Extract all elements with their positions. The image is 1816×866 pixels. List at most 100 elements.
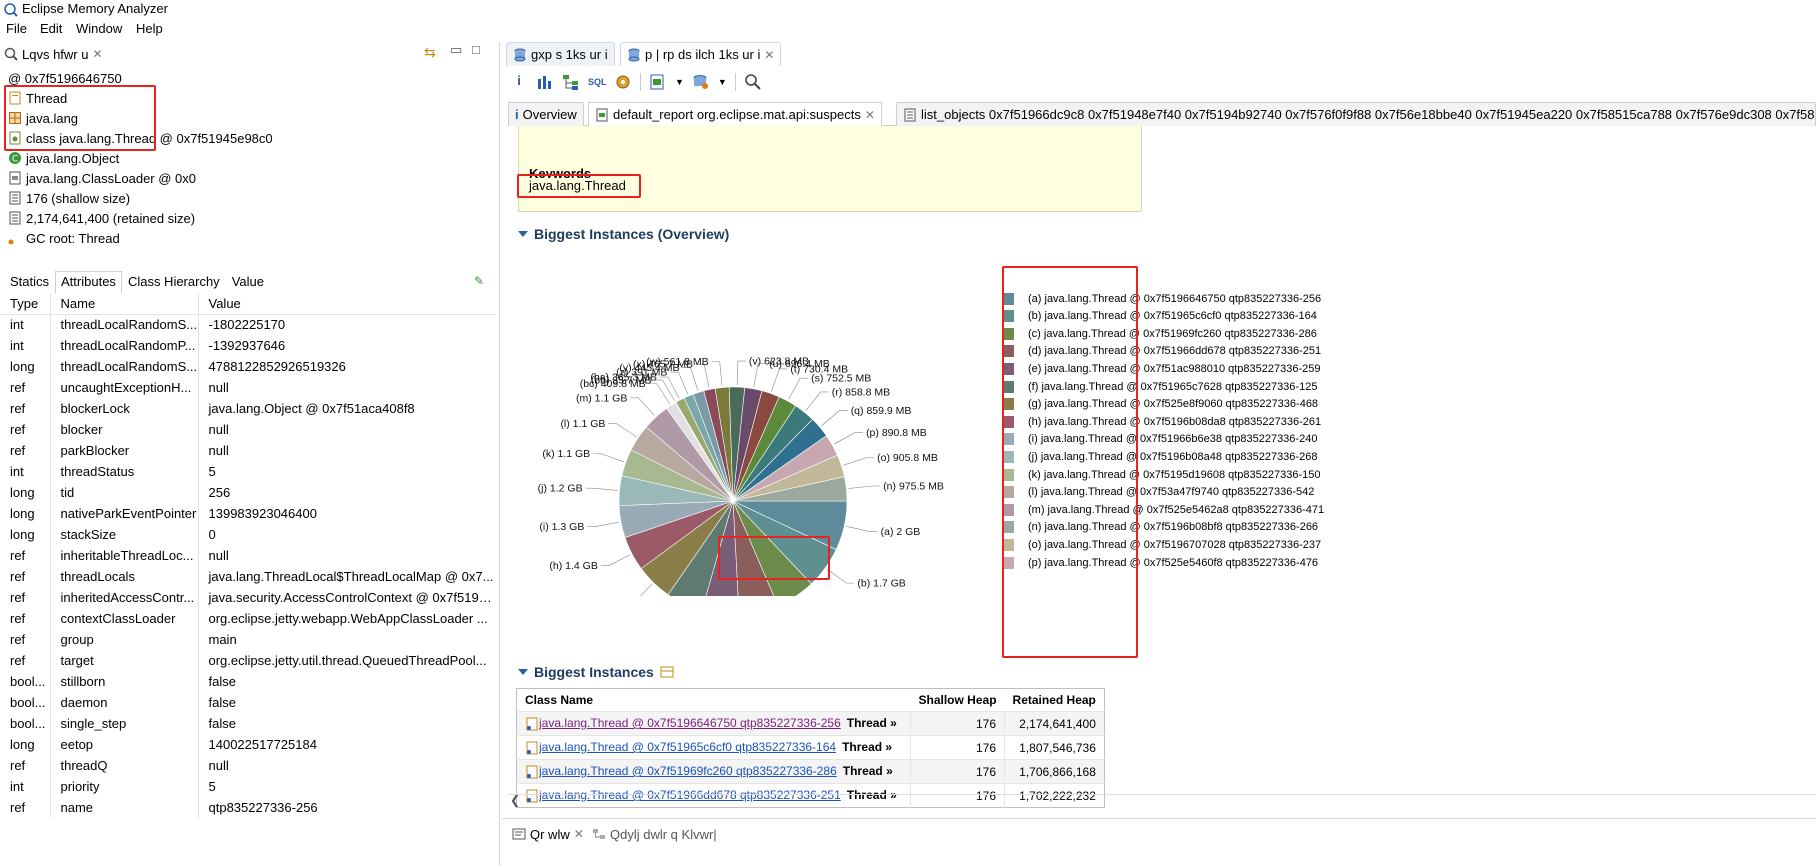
attributes-table: Type Name Value int threadLocalRandomS...… (0, 293, 496, 818)
pie-leader-line (608, 423, 637, 438)
table-row[interactable]: ref contextClassLoader org.eclipse.jetty.w… (0, 608, 496, 629)
object-link[interactable]: java.lang.Thread @ 0x7f51969fc260 qtp835… (539, 764, 837, 778)
table-row[interactable]: ref name qtp835227336-256 (0, 797, 496, 818)
attr-type: ref (0, 587, 51, 608)
pie-label: (b) 1.7 GB (857, 578, 905, 590)
attr-name: uncaughtExceptionH... (50, 377, 199, 398)
pie-label: (j) 1.2 GB (538, 483, 583, 495)
table-row[interactable]: bool... single_step false (0, 713, 496, 734)
table-row[interactable]: ref blockerLock java.lang.Object @ 0x7f51a… (0, 398, 496, 419)
chevron-down-icon[interactable]: ▼ (675, 77, 684, 87)
menu-help[interactable]: Help (136, 21, 163, 36)
shallow-heap-cell: 176 (909, 735, 1005, 760)
editor-tab-1[interactable]: gxp s 1ks ur i (506, 42, 615, 66)
reports-icon[interactable] (649, 73, 667, 91)
oql-icon[interactable]: SQL (588, 73, 607, 91)
info-icon[interactable]: i (510, 73, 528, 91)
tree-row-classloader[interactable]: java.lang.ClassLoader @ 0x0 (8, 168, 196, 188)
table-row[interactable]: int threadLocalRandomP... -1392937646 (0, 335, 496, 356)
attr-name: daemon (50, 692, 199, 713)
attr-value: org.eclipse.jetty.util.thread.QueuedThre… (208, 653, 487, 668)
table-row[interactable]: ref blocker null (0, 419, 496, 440)
table-row[interactable]: ref target org.eclipse.jetty.util.thread.Q… (0, 650, 496, 671)
tab-statics[interactable]: Statics (4, 271, 55, 293)
table-row[interactable]: long eetop 140022517725184 (0, 734, 496, 755)
pie-leader-line (788, 377, 809, 400)
threads-icon[interactable] (614, 73, 632, 91)
editor-tab-2[interactable]: p | rp ds ilch 1ks ur i ✕ (620, 42, 782, 66)
editor-area: gxp s 1ks ur i p | rp ds ilch 1ks ur i ✕… (502, 42, 1816, 812)
menu-window[interactable]: Window (76, 21, 122, 36)
menu-edit[interactable]: Edit (40, 21, 62, 36)
menu-file[interactable]: File (6, 21, 27, 36)
table-row[interactable]: ref inheritedAccessContr... java.security.… (0, 587, 496, 608)
attr-name: inheritedAccessContr... (50, 587, 199, 608)
attr-value: null (208, 443, 229, 458)
tab-class-hierarchy[interactable]: Class Hierarchy (122, 271, 226, 293)
table-row[interactable]: ref threadQ null (0, 755, 496, 776)
table-row[interactable]: ref threadLocals java.lang.ThreadLocal$Thr… (0, 566, 496, 587)
table-view-icon[interactable] (660, 665, 674, 679)
attr-value: 140022517725184 (208, 737, 317, 752)
table-row[interactable]: long nativeParkEventPointer 13998392304640… (0, 503, 496, 524)
column-header-class-name[interactable]: Class Name (517, 689, 911, 712)
column-header-value[interactable]: Value (198, 293, 496, 315)
tab-navigation-history[interactable]: Qdylj dwlr q Klvwr| (586, 823, 723, 845)
table-row[interactable]: long tid 256 (0, 482, 496, 503)
close-icon[interactable]: ✕ (764, 48, 774, 62)
column-header-name[interactable]: Name (50, 293, 199, 315)
table-row[interactable]: ref parkBlocker null (0, 440, 496, 461)
column-header-shallow-heap[interactable]: Shallow Heap (911, 689, 1005, 712)
minimize-icon[interactable]: ▭ (450, 42, 462, 58)
close-icon[interactable]: ✕ (92, 47, 102, 61)
close-icon[interactable]: ✕ (865, 108, 875, 122)
table-row[interactable]: ref group main (0, 629, 496, 650)
table-row[interactable]: long threadLocalRandomS... 478812285292651… (0, 356, 496, 377)
dominator-tree-icon[interactable] (562, 73, 580, 91)
maximize-icon[interactable]: □ (472, 42, 480, 57)
table-row[interactable]: ref inheritableThreadLoc... null (0, 545, 496, 566)
attr-type: ref (0, 398, 51, 419)
histogram-icon[interactable] (536, 73, 554, 91)
inspector-subtabs: Statics Attributes Class Hierarchy Value (4, 271, 270, 293)
sync-icon[interactable]: ⇆ (424, 44, 436, 61)
table-row[interactable]: int threadLocalRandomS... -1802225170 (0, 314, 496, 335)
inspector-tab[interactable]: Lqvs hfwr u ✕ (4, 44, 103, 64)
table-row[interactable]: bool... daemon false (0, 692, 496, 713)
tab-attributes[interactable]: Attributes (55, 271, 122, 293)
object-link[interactable]: java.lang.Thread @ 0x7f51965c6cf0 qtp835… (539, 740, 836, 754)
query-browser-icon[interactable] (692, 73, 710, 91)
table-row[interactable]: java.lang.Thread @ 0x7f51969fc260 qtp835… (516, 759, 1105, 784)
horizontal-scrollbar[interactable]: ❮ (508, 793, 1816, 810)
tab-notes[interactable]: Qr wlw ✕ (506, 823, 590, 845)
table-row[interactable]: bool... stillborn false (0, 671, 496, 692)
table-row[interactable]: int priority 5 (0, 776, 496, 797)
section-biggest-table[interactable]: Biggest Instances (518, 664, 674, 680)
attr-value: java.security.AccessControlContext @ 0x7… (208, 590, 497, 605)
tab-overview[interactable]: i Overview (508, 102, 584, 126)
tree-row-superclass[interactable]: C java.lang.Object (8, 148, 119, 168)
close-icon[interactable]: ✕ (574, 827, 584, 841)
pie-leader-line (846, 526, 878, 532)
tab-value[interactable]: Value (226, 271, 270, 293)
attr-type: ref (0, 440, 51, 461)
table-row[interactable]: long stackSize 0 (0, 524, 496, 545)
table-row[interactable]: java.lang.Thread @ 0x7f5196646750 qtp835… (516, 711, 1105, 736)
pie-label: (l) 1.1 GB (560, 418, 605, 430)
table-row[interactable]: int threadStatus 5 (0, 461, 496, 482)
pin-icon[interactable]: ✎ (474, 274, 484, 288)
search-icon[interactable] (744, 73, 762, 91)
column-header-type[interactable]: Type (0, 293, 51, 315)
section-biggest-overview[interactable]: Biggest Instances (Overview) (518, 226, 729, 242)
notes-icon (512, 828, 526, 840)
tab-list-objects[interactable]: list_objects 0x7f51966dc9c8 0x7f51948e7f… (896, 102, 1816, 126)
object-link[interactable]: java.lang.Thread @ 0x7f5196646750 qtp835… (539, 716, 841, 730)
column-header-retained-heap[interactable]: Retained Heap (1005, 689, 1105, 712)
attr-type: ref (0, 629, 51, 650)
chevron-down-icon[interactable]: ▼ (718, 77, 727, 87)
title-bar: Eclipse Memory Analyzer (0, 0, 1816, 20)
tab-default-report[interactable]: default_report org.eclipse.mat.api:suspe… (588, 102, 882, 126)
table-row[interactable]: java.lang.Thread @ 0x7f51965c6cf0 qtp835… (516, 735, 1105, 760)
table-row[interactable]: ref uncaughtExceptionH... null (0, 377, 496, 398)
chevron-left-icon[interactable]: ❮ (510, 793, 520, 807)
